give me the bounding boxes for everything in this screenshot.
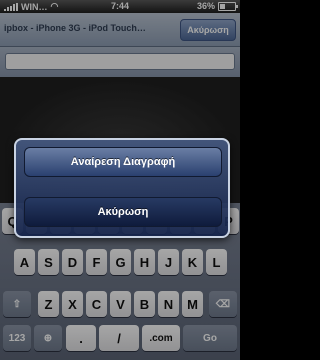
- undo-delete-button[interactable]: Αναίρεση Διαγραφή: [24, 147, 222, 177]
- action-sheet-cancel-button[interactable]: Ακύρωση: [24, 197, 222, 227]
- action-sheet: Αναίρεση Διαγραφή Ακύρωση: [14, 138, 230, 238]
